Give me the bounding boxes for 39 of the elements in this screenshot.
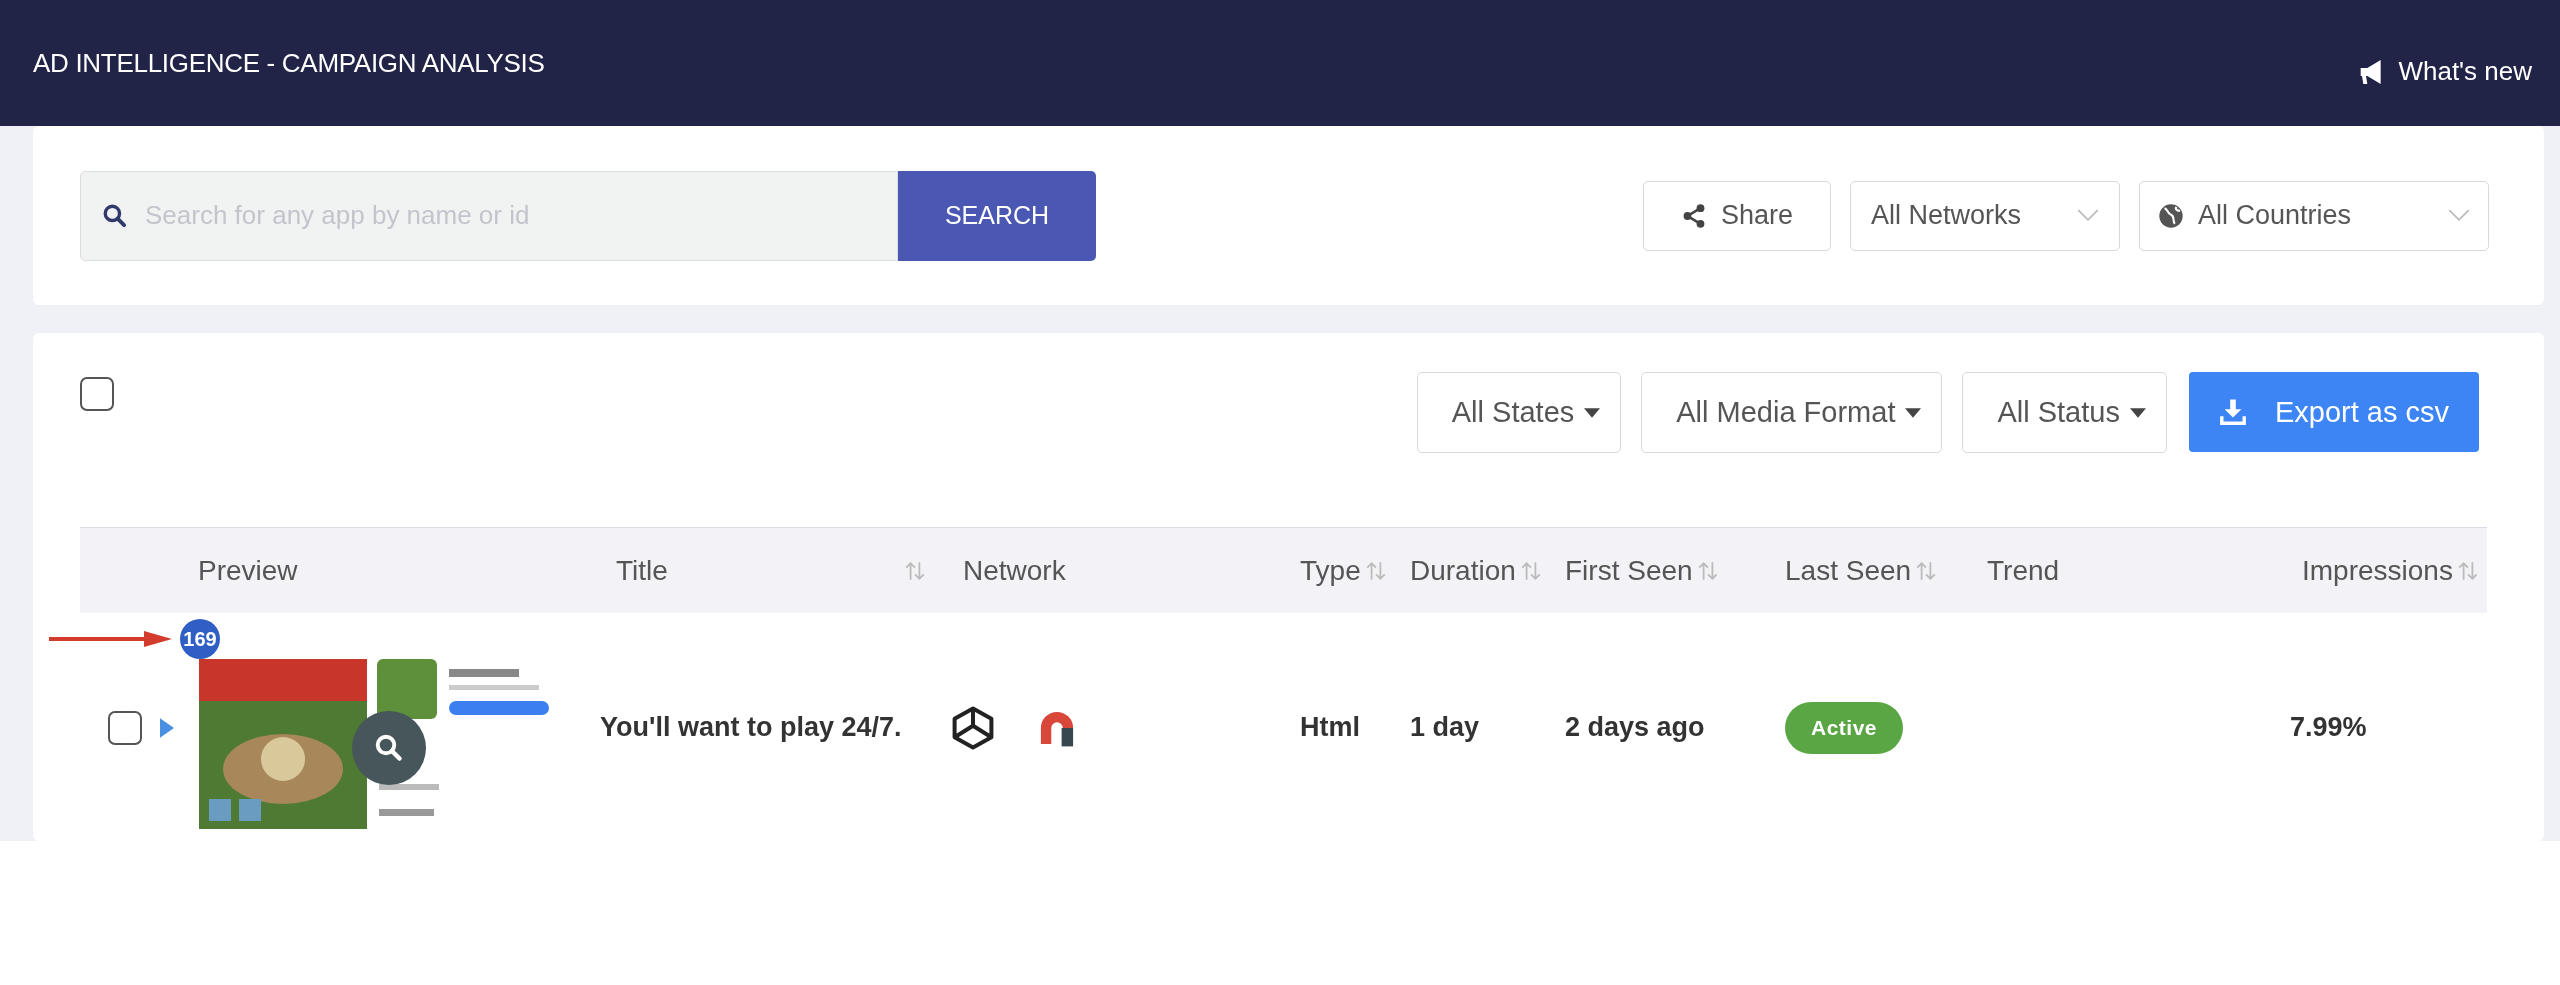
globe-icon [2158, 202, 2184, 229]
caret-icon [2129, 407, 2146, 418]
column-header[interactable]: Title [600, 528, 950, 613]
export-button[interactable]: Export as csv [2188, 372, 2479, 452]
column-header[interactable]: Network [950, 528, 1300, 613]
search-icon [102, 202, 128, 229]
filter-dropdown[interactable]: All States [1416, 372, 1622, 453]
countries-dropdown[interactable]: All Countries [2139, 180, 2489, 251]
ad-title: You'll want to play 24/7. [600, 712, 902, 743]
search-icon [374, 732, 404, 763]
networks-dropdown[interactable]: All Networks [1850, 180, 2120, 251]
column-header[interactable]: Type [1300, 528, 1410, 613]
select-all-checkbox[interactable] [80, 377, 114, 411]
count-badge: 169 [180, 619, 220, 659]
duration-text: 1 day [1410, 712, 1480, 743]
download-icon [2218, 398, 2247, 426]
expand-icon[interactable] [160, 717, 174, 738]
column-header[interactable]: First Seen [1565, 528, 1785, 613]
filter-dropdown[interactable]: All Media Format [1641, 372, 1943, 453]
share-button[interactable]: Share [1643, 180, 1831, 251]
chevron-down-icon [2077, 209, 2099, 222]
row-checkbox[interactable] [108, 710, 142, 745]
first-seen-text: 2 days ago [1565, 712, 1705, 743]
page-title: AD INTELLIGENCE - CAMPAIGN ANALYSIS [33, 48, 545, 79]
column-header[interactable]: Duration [1410, 528, 1565, 613]
whats-new-link[interactable]: What's new [2358, 56, 2532, 87]
chevron-down-icon [2448, 209, 2470, 222]
impressions-text: 7.99% [2290, 712, 2367, 743]
cube-icon [950, 704, 996, 751]
column-header[interactable]: Trend [1975, 528, 2290, 613]
filter-dropdown[interactable]: All Status [1962, 372, 2167, 453]
column-header[interactable]: Last Seen [1785, 528, 1975, 613]
column-header[interactable]: Impressions [2290, 528, 2487, 613]
search-button[interactable]: SEARCH [898, 170, 1096, 261]
column-header[interactable]: Preview [180, 528, 600, 613]
type-text: Html [1300, 712, 1360, 743]
caret-icon [1584, 407, 1601, 418]
caret-icon [1905, 407, 1922, 418]
status-badge: Active [1785, 701, 1904, 754]
